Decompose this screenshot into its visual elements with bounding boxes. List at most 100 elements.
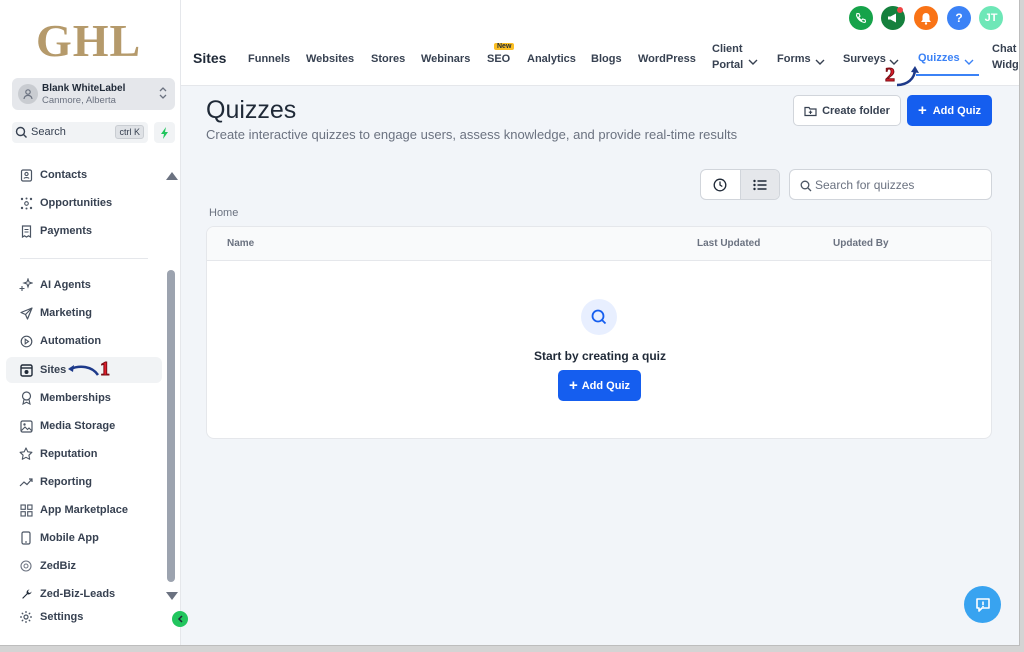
sidebar-item-payments[interactable]: Payments [6, 218, 162, 244]
tab-blogs[interactable]: Blogs [591, 53, 622, 65]
scroll-down-arrow[interactable] [166, 592, 178, 600]
sidebar-item-zedbiz[interactable]: ZedBiz [6, 553, 162, 579]
tab-chat-widget[interactable]: Chat Widg [992, 43, 1019, 75]
sparkle-icon [18, 277, 34, 293]
top-navigation: ? JT Sites Funnels Websites Stores Webin… [181, 0, 1019, 87]
shortcut-badge: ctrl K [115, 125, 144, 139]
tab-analytics[interactable]: Analytics [527, 53, 576, 65]
sidebar-item-settings[interactable]: Settings [6, 604, 162, 630]
tab-surveys[interactable]: Surveys [843, 53, 886, 65]
app-window: GHL Blank WhiteLabel Canmore, Alberta Se… [0, 0, 1020, 646]
account-location: Canmore, Alberta [42, 95, 116, 106]
annotation-marker-1: 1 [66, 358, 111, 381]
column-header-updated-by[interactable]: Updated By [833, 238, 889, 249]
sidebar-item-label: Automation [40, 335, 102, 347]
location-avatar [18, 84, 38, 104]
logo: GHL [36, 15, 142, 66]
chat-alert-icon [975, 597, 990, 612]
tab-webinars[interactable]: Webinars [421, 53, 470, 65]
tab-wordpress[interactable]: WordPress [638, 53, 696, 65]
phone-button[interactable] [849, 6, 873, 30]
megaphone-icon [887, 13, 896, 23]
announcements-button[interactable] [881, 6, 905, 30]
lightning-icon [160, 126, 168, 139]
sidebar-item-reputation[interactable]: Reputation [6, 441, 162, 467]
tab-client-portal[interactable]: Client Portal [712, 43, 743, 75]
tab-label-line2: Portal [712, 59, 744, 71]
account-switcher[interactable]: Blank WhiteLabel Canmore, Alberta [12, 78, 175, 110]
new-badge: New [494, 43, 515, 50]
chevron-down-icon [815, 53, 825, 71]
sidebar-item-label: Sites [40, 364, 67, 376]
collapse-sidebar-button[interactable] [172, 611, 188, 627]
sidebar-item-contacts[interactable]: Contacts [6, 162, 162, 188]
sidebar-item-automation[interactable]: Automation [6, 328, 162, 354]
column-header-last-updated[interactable]: Last Updated [697, 238, 760, 249]
tab-seo[interactable]: SEO [487, 53, 510, 65]
empty-add-quiz-button[interactable]: + Add Quiz [558, 370, 641, 401]
tab-forms[interactable]: Forms [777, 53, 811, 65]
annotation-marker-2: 2 [885, 64, 921, 87]
breadcrumb[interactable]: Home [209, 207, 238, 219]
quiz-search-icon [591, 309, 607, 325]
sidebar-item-label: Contacts [40, 169, 88, 181]
chevron-left-icon [177, 615, 183, 623]
page-section-title: Sites [193, 50, 227, 66]
sidebar-item-opportunities[interactable]: Opportunities [6, 190, 162, 216]
add-quiz-button[interactable]: + Add Quiz [907, 95, 992, 126]
tab-websites[interactable]: Websites [306, 53, 354, 65]
image-icon [18, 418, 34, 434]
curved-arrow-icon [68, 364, 100, 376]
active-tab-indicator [916, 74, 979, 76]
sidebar-item-label: App Marketplace [40, 504, 129, 516]
sidebar-item-marketing[interactable]: Marketing [6, 300, 162, 326]
contacts-icon [18, 167, 34, 183]
column-header-name[interactable]: Name [227, 238, 254, 249]
tab-label-line2: Widg [992, 59, 1019, 71]
bell-icon [921, 12, 931, 25]
list-icon [753, 179, 767, 190]
sidebar-item-label: Settings [40, 611, 84, 623]
curved-arrow-icon [896, 65, 919, 86]
list-view-button[interactable] [739, 170, 779, 199]
notification-dot [897, 7, 903, 13]
support-chat-button[interactable] [964, 586, 1001, 623]
notifications-button[interactable] [914, 6, 938, 30]
quick-actions-button[interactable] [154, 122, 175, 143]
search-icon [15, 126, 28, 144]
create-folder-button[interactable]: Create folder [793, 95, 901, 126]
quiz-search-field [789, 169, 992, 200]
sidebar-item-reporting[interactable]: Reporting [6, 469, 162, 495]
tab-funnels[interactable]: Funnels [248, 53, 290, 65]
sidebar-divider [20, 258, 148, 259]
sidebar-item-ai-agents[interactable]: AI Agents [6, 272, 162, 298]
chevron-down-icon [748, 53, 758, 71]
sidebar-item-app-marketplace[interactable]: App Marketplace [6, 497, 162, 523]
sidebar-item-label: Marketing [40, 307, 92, 319]
tab-quizzes[interactable]: Quizzes [918, 52, 960, 64]
sidebar: GHL Blank WhiteLabel Canmore, Alberta Se… [0, 0, 181, 645]
sidebar-item-media-storage[interactable]: Media Storage [6, 413, 162, 439]
account-name: Blank WhiteLabel [42, 83, 126, 94]
sidebar-item-label: Opportunities [40, 197, 113, 209]
zedbiz-icon [18, 558, 34, 574]
sidebar-item-memberships[interactable]: Memberships [6, 385, 162, 411]
plus-icon: + [917, 102, 927, 119]
help-button[interactable]: ? [947, 6, 971, 30]
opportunities-icon [18, 195, 34, 211]
add-quiz-label: Add Quiz [932, 104, 982, 117]
recent-view-button[interactable] [701, 170, 740, 199]
gear-icon [18, 609, 34, 625]
table-header: Name Last Updated Updated By [207, 227, 991, 261]
scroll-up-arrow[interactable] [166, 172, 178, 180]
sidebar-item-label: ZedBiz [40, 560, 77, 572]
sidebar-item-label: Mobile App [40, 532, 99, 544]
quiz-search-input[interactable] [815, 176, 985, 194]
tab-stores[interactable]: Stores [371, 53, 405, 65]
sidebar-scrollbar[interactable] [167, 270, 175, 582]
phone-icon [18, 530, 34, 546]
user-avatar[interactable]: JT [979, 6, 1003, 30]
marker-number: 1 [100, 358, 111, 381]
sidebar-item-mobile-app[interactable]: Mobile App [6, 525, 162, 551]
sidebar-search[interactable]: Search ctrl K [12, 122, 148, 143]
